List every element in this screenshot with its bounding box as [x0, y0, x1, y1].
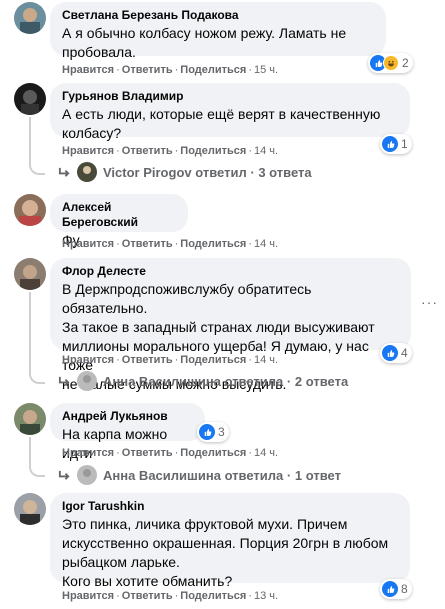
comment-author[interactable]: Андрей Лукьянов: [62, 409, 193, 424]
reply-link[interactable]: Ответить: [122, 64, 173, 76]
share-link[interactable]: Поделиться: [180, 64, 246, 76]
like-icon: [199, 424, 215, 440]
reaction-count: 2: [402, 56, 409, 70]
comment-actions: Нравится · Ответить · Поделиться · 14 ч.: [62, 354, 279, 366]
reaction-count: 8: [401, 582, 408, 596]
like-icon: [382, 136, 398, 152]
comment-author[interactable]: Igor Tarushkin: [62, 499, 398, 514]
reply-dot: ·: [286, 373, 292, 389]
avatar[interactable]: [14, 403, 46, 435]
thread-line: [29, 292, 45, 384]
thread-line: [29, 437, 45, 477]
timestamp[interactable]: 14 ч.: [254, 145, 278, 157]
reply-link[interactable]: Ответить: [122, 238, 173, 250]
view-replies-link[interactable]: Анна Василишина ответила · 2 ответа: [58, 371, 348, 391]
thread-line: [29, 117, 45, 175]
like-link[interactable]: Нравится: [62, 64, 114, 76]
share-link[interactable]: Поделиться: [180, 354, 246, 366]
reply-arrow-icon: [58, 375, 71, 388]
comment-actions: Нравится · Ответить · Поделиться · 15 ч.: [62, 64, 279, 76]
like-link[interactable]: Нравится: [62, 238, 114, 250]
reaction-summary[interactable]: 2: [368, 53, 413, 73]
reply-arrow-icon: [58, 469, 71, 482]
reply-arrow-icon: [58, 166, 71, 179]
reply-count: 3 ответа: [258, 164, 312, 180]
comment-bubble: Гурьянов Владимир А есть люди, которые е…: [50, 83, 410, 141]
comment-bubble: Алексей Береговский Фу: [50, 194, 188, 248]
reply-dot: ·: [250, 164, 255, 180]
haha-icon: [383, 55, 399, 71]
share-link[interactable]: Поделиться: [180, 145, 246, 157]
reply-link[interactable]: Ответить: [122, 145, 173, 157]
timestamp[interactable]: 13 ч.: [254, 590, 278, 602]
avatar[interactable]: [14, 2, 46, 34]
avatar[interactable]: [14, 493, 46, 525]
more-options-icon[interactable]: ···: [421, 294, 438, 310]
comment-text: А я обычно колбасу ножом режу. Ламать не…: [62, 25, 347, 60]
avatar[interactable]: [14, 258, 46, 290]
reply-avatar: [77, 465, 97, 485]
reaction-count: 1: [401, 137, 408, 151]
like-icon: [382, 345, 398, 361]
reply-author: Анна Василишина: [103, 373, 221, 389]
reply-link[interactable]: Ответить: [122, 354, 173, 366]
comment-actions: Нравится · Ответить · Поделиться · 13 ч.: [62, 590, 279, 602]
view-replies-link[interactable]: Анна Василишина ответила · 1 ответ: [58, 465, 341, 485]
timestamp[interactable]: 14 ч.: [254, 238, 278, 250]
share-link[interactable]: Поделиться: [180, 590, 246, 602]
reply-avatar: [77, 371, 97, 391]
like-icon: [382, 581, 398, 597]
reply-verb: ответил: [195, 164, 247, 180]
comment-actions: Нравится · Ответить · Поделиться · 14 ч.: [62, 238, 279, 250]
reply-author: Анна Василишина: [103, 467, 221, 483]
timestamp[interactable]: 14 ч.: [254, 354, 278, 366]
comment-author[interactable]: Алексей Береговский: [62, 200, 176, 230]
comment-actions: Нравится · Ответить · Поделиться · 14 ч.: [62, 447, 279, 459]
comment-author[interactable]: Светлана Березань Подакова: [62, 8, 374, 23]
reply-avatar: [77, 162, 97, 182]
comment-text: Это пинка, личика фруктовой мухи. Причем…: [62, 516, 389, 589]
reaction-summary[interactable]: 1: [380, 134, 412, 154]
reply-link[interactable]: Ответить: [122, 447, 173, 459]
reaction-summary[interactable]: 3: [197, 422, 229, 442]
comment-bubble: Андрей Лукьянов На карпа можно идти: [50, 403, 205, 461]
comment-bubble: Светлана Березань Подакова А я обычно ко…: [50, 2, 386, 60]
like-link[interactable]: Нравится: [62, 354, 114, 366]
reaction-summary[interactable]: 8: [380, 579, 412, 599]
reaction-count: 4: [401, 346, 408, 360]
comment-author[interactable]: Флор Делесте: [62, 264, 399, 279]
share-link[interactable]: Поделиться: [180, 238, 246, 250]
share-link[interactable]: Поделиться: [180, 447, 246, 459]
reply-verb: ответила: [224, 467, 284, 483]
reply-author: Victor Pirogov: [103, 164, 192, 180]
reply-dot: ·: [286, 467, 292, 483]
like-link[interactable]: Нравится: [62, 145, 114, 157]
like-link[interactable]: Нравится: [62, 590, 114, 602]
reaction-summary[interactable]: 4: [380, 343, 412, 363]
avatar[interactable]: [14, 83, 46, 115]
reply-verb: ответила: [224, 373, 284, 389]
comment-text: А есть люди, которые ещё верят в качеств…: [62, 106, 381, 141]
reply-link[interactable]: Ответить: [122, 590, 173, 602]
reaction-count: 3: [218, 425, 225, 439]
comment-author[interactable]: Гурьянов Владимир: [62, 89, 398, 104]
view-replies-link[interactable]: Victor Pirogov ответил · 3 ответа: [58, 162, 312, 182]
comment-bubble: Флор Делесте В Держпродспоживслужбу обра…: [50, 258, 411, 392]
timestamp[interactable]: 14 ч.: [254, 447, 278, 459]
comment-bubble: Igor Tarushkin Это пинка, личика фруктов…: [50, 493, 410, 589]
like-link[interactable]: Нравится: [62, 447, 114, 459]
reply-count: 2 ответа: [294, 373, 349, 389]
comment-actions: Нравится · Ответить · Поделиться · 14 ч.: [62, 145, 279, 157]
timestamp[interactable]: 15 ч.: [254, 64, 278, 76]
reply-count: 1 ответ: [294, 467, 341, 483]
avatar[interactable]: [14, 194, 46, 226]
